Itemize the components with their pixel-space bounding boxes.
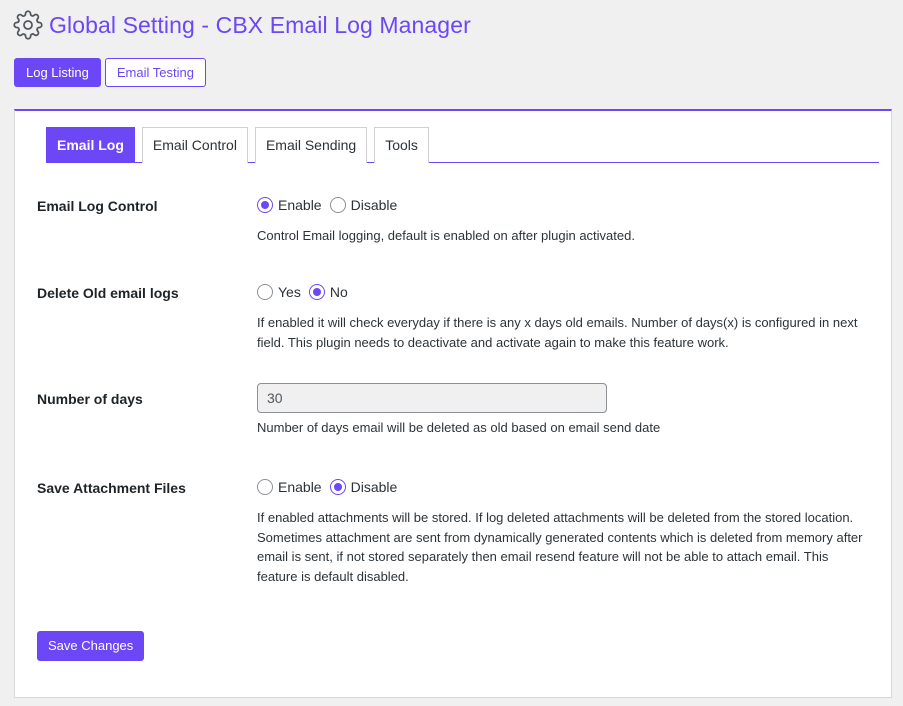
number-of-days-field: Number of days email will be deleted as … <box>257 383 872 438</box>
delete-old-logs-label: Delete Old email logs <box>37 285 179 301</box>
radio-unselected-icon[interactable] <box>257 284 273 300</box>
radio-unselected-icon[interactable] <box>257 479 273 495</box>
radio-selected-icon[interactable] <box>308 284 325 300</box>
radio-label: No <box>329 284 348 300</box>
radio-unselected-icon[interactable] <box>329 197 346 213</box>
tab-email-control[interactable]: Email Control <box>141 127 248 163</box>
radio-label: Enable <box>278 479 322 495</box>
save-attachments-radios: Enable Disable <box>257 477 872 497</box>
settings-tabs: Email Log Email Control Email Sending To… <box>46 127 879 163</box>
delete-old-logs-radios: Yes No <box>257 282 872 302</box>
radio-label: Enable <box>278 197 322 213</box>
save-attachments-field: Enable Disable If enabled attachments wi… <box>257 477 872 586</box>
gear-icon <box>13 10 43 40</box>
tab-email-sending[interactable]: Email Sending <box>254 127 368 163</box>
email-log-control-description: Control Email logging, default is enable… <box>257 228 635 243</box>
save-attachments-description: If enabled attachments will be stored. I… <box>257 510 863 584</box>
delete-old-logs-field: Yes No If enabled it will check everyday… <box>257 282 872 352</box>
delete-old-logs-no-radio[interactable]: No <box>308 284 348 300</box>
save-attachments-enable-radio[interactable]: Enable <box>257 479 322 495</box>
page-header: Global Setting - CBX Email Log Manager <box>13 10 471 40</box>
email-log-control-field: Enable Disable Control Email logging, de… <box>257 195 872 246</box>
email-log-control-label: Email Log Control <box>37 198 158 214</box>
email-log-control-disable-radio[interactable]: Disable <box>329 197 398 213</box>
delete-old-logs-description: If enabled it will check everyday if the… <box>257 315 858 350</box>
email-testing-button[interactable]: Email Testing <box>104 58 206 87</box>
radio-label: Disable <box>350 479 398 495</box>
save-attachments-disable-radio[interactable]: Disable <box>329 479 398 495</box>
number-of-days-input[interactable] <box>257 383 607 413</box>
number-of-days-label: Number of days <box>37 391 143 407</box>
page-title: Global Setting - CBX Email Log Manager <box>49 11 471 38</box>
top-navigation: Log Listing Email Testing <box>14 58 206 87</box>
email-log-control-radios: Enable Disable <box>257 195 872 215</box>
radio-selected-icon[interactable] <box>257 197 273 213</box>
radio-label: Yes <box>278 284 301 300</box>
number-of-days-description: Number of days email will be deleted as … <box>257 420 661 435</box>
settings-panel: Email Log Email Control Email Sending To… <box>14 109 892 698</box>
tab-tools[interactable]: Tools <box>374 127 429 163</box>
log-listing-button[interactable]: Log Listing <box>14 58 101 87</box>
tab-email-log[interactable]: Email Log <box>46 127 135 163</box>
email-log-control-enable-radio[interactable]: Enable <box>257 197 322 213</box>
save-changes-button[interactable]: Save Changes <box>37 631 145 661</box>
save-attachments-label: Save Attachment Files <box>37 480 186 496</box>
radio-selected-icon[interactable] <box>329 479 346 495</box>
delete-old-logs-yes-radio[interactable]: Yes <box>257 284 301 300</box>
radio-label: Disable <box>350 197 398 213</box>
